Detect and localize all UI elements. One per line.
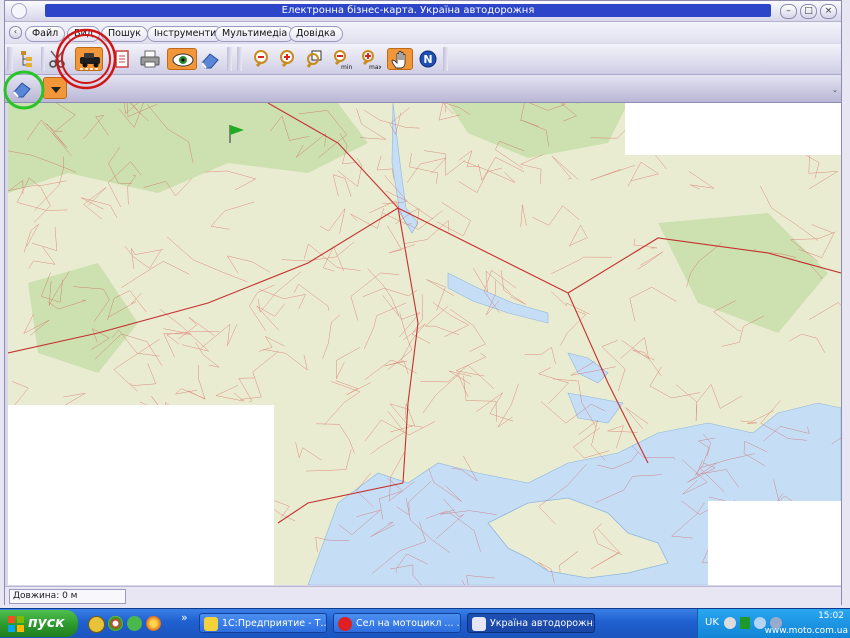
tray-status-icon[interactable]: [740, 617, 750, 629]
task-map-app[interactable]: Україна автодорожня: [467, 613, 595, 633]
opera-icon: [338, 617, 352, 631]
menu-tools[interactable]: Інструменти: [147, 26, 224, 42]
menu-scroll-left-icon[interactable]: ‹: [9, 26, 22, 39]
quicklaunch-app-icon[interactable]: [88, 616, 105, 633]
eraser-icon[interactable]: [199, 48, 221, 70]
task-1c-label: 1С:Предприятие - Т...: [222, 618, 327, 629]
quicklaunch-chevron[interactable]: »: [181, 611, 188, 624]
start-button[interactable]: пуск: [0, 610, 78, 637]
north-label: N: [423, 53, 432, 66]
blank-area-bottom-left: [8, 405, 274, 585]
windows-taskbar: пуск » 1С:Предприятие - Т... Сел на мото…: [0, 608, 850, 638]
title-bar[interactable]: Електронна бізнес-карта. Україна автодор…: [5, 1, 841, 22]
task-opera-label: Сел на мотоцикл ... ...: [356, 618, 461, 629]
start-label: пуск: [28, 615, 65, 631]
zoom-max-icon[interactable]: max: [357, 48, 383, 71]
close-button[interactable]: ×: [820, 4, 837, 19]
task-map-label: Україна автодорожня: [490, 618, 595, 629]
main-toolbar: min max N: [5, 44, 841, 75]
eraser-icon[interactable]: [11, 77, 33, 99]
map-app-icon: [472, 617, 486, 631]
window-title: Електронна бізнес-карта. Україна автодор…: [45, 4, 771, 17]
route-car-icon[interactable]: [75, 47, 103, 71]
watermark-text: www.moto.com.ua: [764, 626, 848, 636]
language-indicator[interactable]: UK: [705, 617, 719, 628]
tree-layers-icon[interactable]: [17, 48, 39, 70]
document-icon[interactable]: [111, 48, 133, 70]
toolbar-grip[interactable]: [7, 47, 13, 71]
zoom-in-icon[interactable]: [275, 48, 297, 70]
task-opera[interactable]: Сел на мотоцикл ... ...: [333, 613, 461, 633]
road-map[interactable]: [8, 103, 841, 585]
maximize-button[interactable]: □: [800, 4, 817, 19]
chrome-icon[interactable]: [108, 616, 123, 631]
system-tray: UK 15:02 www.moto.com.ua: [697, 609, 850, 638]
task-1c[interactable]: 1С:Предприятие - Т...: [199, 613, 327, 633]
north-icon[interactable]: N: [417, 48, 439, 70]
hand-pan-icon[interactable]: [387, 48, 413, 70]
application-window: Електронна бізнес-карта. Україна автодор…: [4, 0, 842, 605]
zoom-window-icon[interactable]: [303, 48, 325, 70]
gear-icon[interactable]: [127, 616, 142, 631]
printer-icon[interactable]: [139, 48, 161, 70]
menu-view[interactable]: Вид: [67, 26, 101, 42]
menu-search[interactable]: Пошук: [101, 26, 149, 42]
toolbar-chevron-icon[interactable]: ⌄: [832, 87, 839, 101]
blank-area-top-right: [625, 103, 841, 155]
length-readout: Довжина: 0 м: [9, 589, 126, 604]
zoom-max-label: max: [369, 64, 381, 70]
blank-area-bottom-right: [708, 501, 841, 585]
toolbar-overflow-left[interactable]: [227, 47, 232, 71]
dropdown-arrow-icon[interactable]: [43, 77, 67, 99]
menu-bar: ‹ Файл Вид Пошук Інструменти Мультимедіа…: [5, 22, 841, 43]
tray-icon[interactable]: [724, 617, 736, 629]
secondary-toolbar: ⌄: [5, 75, 841, 103]
menu-file[interactable]: Файл: [25, 26, 66, 42]
1c-icon: [204, 617, 218, 631]
menu-multimedia[interactable]: Мультимедіа: [215, 26, 295, 42]
toolbar-grip-2[interactable]: [237, 47, 242, 71]
toolbar-separator: [41, 47, 45, 71]
minimize-button[interactable]: –: [780, 4, 797, 19]
map-view[interactable]: [8, 103, 841, 585]
toolbar-overflow-right[interactable]: [443, 47, 448, 71]
menu-help[interactable]: Довідка: [289, 26, 343, 42]
system-menu-button[interactable]: [11, 3, 27, 19]
status-bar: Довжина: 0 м: [5, 586, 841, 605]
firefox-icon[interactable]: [146, 616, 161, 631]
zoom-out-icon[interactable]: [249, 48, 271, 70]
zoom-min-label: min: [341, 64, 353, 70]
eye-icon[interactable]: [167, 48, 197, 70]
scissors-icon[interactable]: [47, 48, 69, 70]
clock[interactable]: 15:02: [818, 611, 844, 621]
zoom-min-icon[interactable]: min: [329, 48, 353, 71]
windows-logo-icon: [8, 616, 24, 632]
